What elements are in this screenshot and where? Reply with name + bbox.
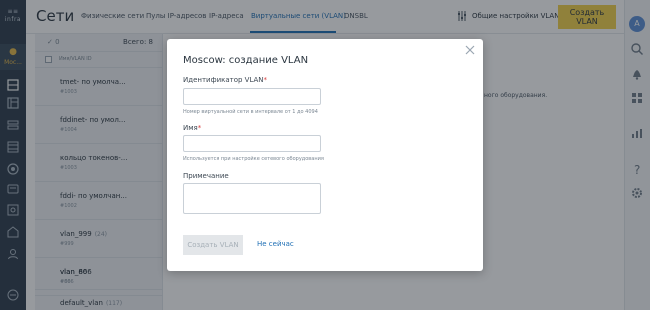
vlan-id-label-text: Идентификатор VLAN bbox=[183, 76, 264, 84]
required-mark: * bbox=[197, 124, 202, 132]
vlan-id-hint: Номер виртуальной сети в интервале от 1 … bbox=[183, 109, 318, 115]
name-label-text: Имя bbox=[183, 124, 198, 132]
create-vlan-dialog: Moscow: создание VLAN Идентификатор VLAN… bbox=[167, 39, 483, 271]
dialog-title: Moscow: создание VLAN bbox=[183, 55, 309, 66]
vlan-id-label: Идентификатор VLAN* bbox=[183, 76, 267, 84]
required-mark: * bbox=[263, 76, 268, 84]
note-textarea[interactable] bbox=[183, 183, 321, 214]
name-hint: Используется при настройке сетевого обор… bbox=[183, 156, 324, 162]
create-vlan-submit-button[interactable]: Создать VLAN bbox=[183, 235, 243, 255]
name-label: Имя* bbox=[183, 124, 201, 132]
name-input[interactable] bbox=[183, 135, 321, 152]
vlan-id-input[interactable] bbox=[183, 88, 321, 105]
close-icon[interactable] bbox=[465, 45, 475, 55]
not-now-link[interactable]: Не сейчас bbox=[257, 240, 294, 248]
note-label: Примечание bbox=[183, 172, 229, 180]
